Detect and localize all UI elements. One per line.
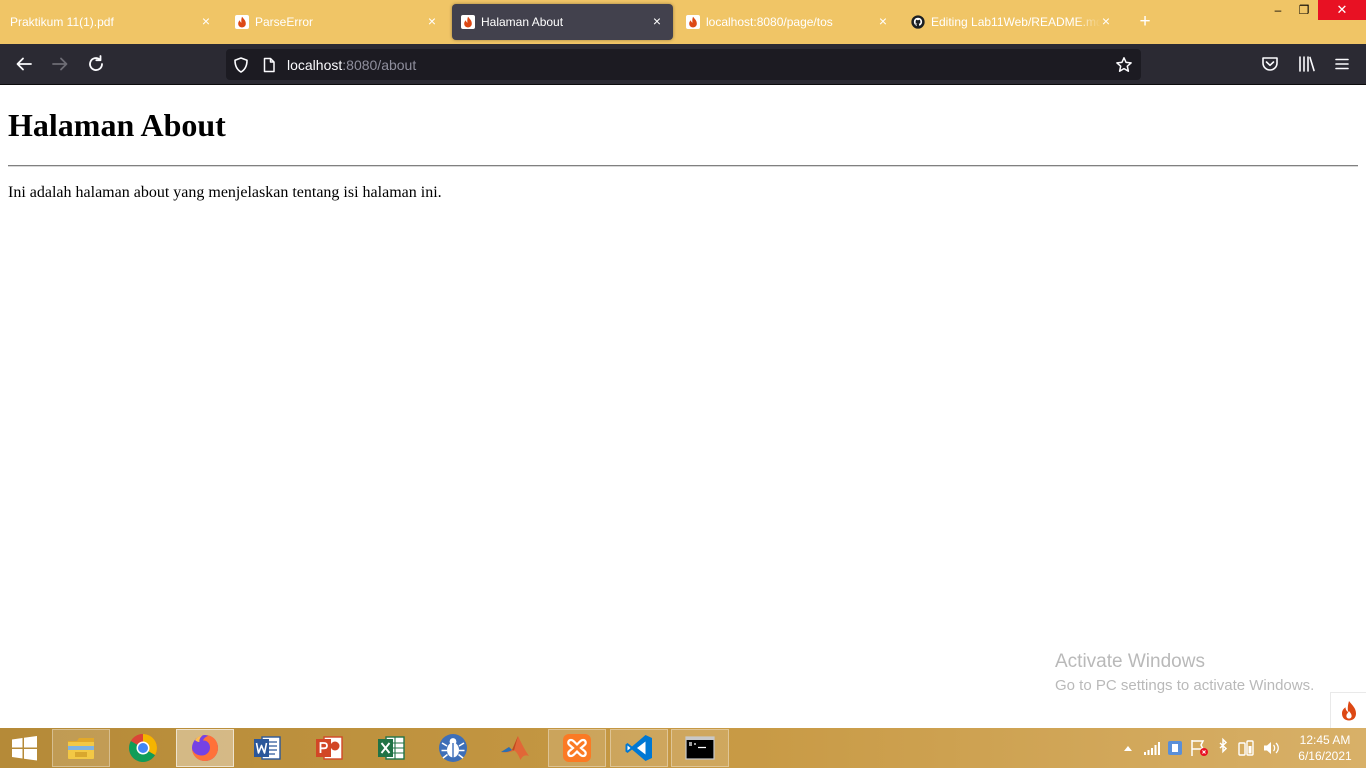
watermark-subtitle: Go to PC settings to activate Windows. <box>1055 677 1315 694</box>
debug-toolbar-toggle[interactable] <box>1330 692 1366 728</box>
reload-icon[interactable] <box>85 53 107 75</box>
tab-close-icon[interactable]: × <box>198 13 214 29</box>
matlab-icon <box>501 736 529 760</box>
clock-date: 6/16/2021 <box>1298 749 1352 763</box>
bug-icon <box>439 734 467 762</box>
command-prompt-icon <box>685 736 715 760</box>
window-close-button[interactable]: ✕ <box>1318 0 1366 20</box>
clock-time: 12:45 AM <box>1299 733 1351 747</box>
tab-close-icon[interactable]: × <box>649 13 665 29</box>
codeigniter-flame-icon <box>235 15 249 29</box>
show-hidden-icons-icon <box>1124 746 1132 751</box>
xampp-icon <box>563 734 591 762</box>
taskbar-firefox[interactable] <box>176 729 234 767</box>
page-paragraph: Ini adalah halaman about yang menjelaska… <box>8 184 442 201</box>
tab-title: ParseError <box>255 15 314 29</box>
forward-arrow-icon[interactable] <box>49 53 71 75</box>
tab-page-tos[interactable]: localhost:8080/page/tos × <box>677 4 899 40</box>
battery-icon <box>1238 740 1254 756</box>
excel-icon <box>378 736 405 760</box>
powerpoint-icon <box>316 736 343 760</box>
minimize-button[interactable]: – <box>1266 0 1290 20</box>
url-text[interactable]: localhost:8080/about <box>287 57 416 73</box>
network-signal-icon <box>1144 742 1160 755</box>
taskbar-clock[interactable]: 12:45 AM 6/16/2021 <box>1290 732 1360 764</box>
codeigniter-flame-icon <box>686 15 700 29</box>
file-explorer-icon <box>68 738 94 759</box>
page-heading: Halaman About <box>8 107 226 143</box>
hamburger-menu-icon[interactable] <box>1331 53 1353 75</box>
library-icon[interactable] <box>1295 53 1317 75</box>
page-icon[interactable] <box>260 56 278 74</box>
tab-title: Halaman About <box>481 15 564 29</box>
horizontal-divider <box>8 165 1358 167</box>
word-icon <box>254 736 281 760</box>
url-path: :8080/about <box>342 57 417 73</box>
taskbar-vscode[interactable] <box>610 729 668 767</box>
maximize-button[interactable]: ❐ <box>1292 0 1316 20</box>
navigation-toolbar: localhost:8080/about <box>0 44 1366 85</box>
new-tab-button[interactable]: + <box>1135 12 1155 32</box>
github-icon <box>911 15 925 29</box>
url-host: localhost <box>287 57 343 73</box>
system-tray <box>1124 737 1279 756</box>
url-bar[interactable]: localhost:8080/about <box>226 49 1141 80</box>
tray-app-icon <box>1168 741 1182 755</box>
vscode-icon <box>625 735 652 761</box>
windows-start-icon[interactable] <box>0 728 48 768</box>
taskbar-chrome[interactable] <box>114 729 172 767</box>
tab-close-icon[interactable]: × <box>875 13 891 29</box>
taskbar-excel[interactable] <box>362 729 420 767</box>
bluetooth-icon <box>1219 737 1228 754</box>
taskbar-bug-tool[interactable] <box>424 729 482 767</box>
watermark-title: Activate Windows <box>1055 651 1205 672</box>
tab-halaman-about[interactable]: Halaman About × <box>452 4 673 40</box>
tab-close-icon[interactable]: × <box>1098 13 1114 29</box>
codeigniter-flame-icon <box>461 15 475 29</box>
taskbar-matlab[interactable] <box>486 729 544 767</box>
volume-icon <box>1264 742 1279 754</box>
taskbar-xampp[interactable] <box>548 729 606 767</box>
activate-windows-watermark: Activate Windows Go to PC settings to ac… <box>1055 651 1314 694</box>
tab-bar: Praktikum 11(1).pdf × ParseError × Halam… <box>0 0 1366 44</box>
tab-title: localhost:8080/page/tos <box>706 15 833 29</box>
flag-error-icon <box>1191 740 1208 756</box>
tab-parse-error[interactable]: ParseError × <box>226 4 448 40</box>
tab-title: Editing Lab11Web/README.md <box>931 15 1101 29</box>
pocket-icon[interactable] <box>1259 53 1281 75</box>
windows-taskbar: 12:45 AM 6/16/2021 <box>0 728 1366 768</box>
page-viewport: Halaman About Ini adalah halaman about y… <box>0 85 1366 728</box>
taskbar-command-prompt[interactable] <box>671 729 729 767</box>
tab-title: Praktikum 11(1).pdf <box>10 15 114 29</box>
codeigniter-flame-icon <box>1342 701 1356 721</box>
tab-praktikum-pdf[interactable]: Praktikum 11(1).pdf × <box>0 4 222 40</box>
taskbar-word[interactable] <box>238 729 296 767</box>
chrome-icon <box>129 734 157 762</box>
bookmark-star-icon[interactable] <box>1115 56 1133 74</box>
tab-close-icon[interactable]: × <box>424 13 440 29</box>
taskbar-powerpoint[interactable] <box>300 729 358 767</box>
back-arrow-icon[interactable] <box>13 53 35 75</box>
shield-icon[interactable] <box>232 56 250 74</box>
firefox-icon <box>192 735 218 761</box>
taskbar-file-explorer[interactable] <box>52 729 110 767</box>
tab-editing-readme[interactable]: Editing Lab11Web/README.md × <box>902 4 1122 40</box>
